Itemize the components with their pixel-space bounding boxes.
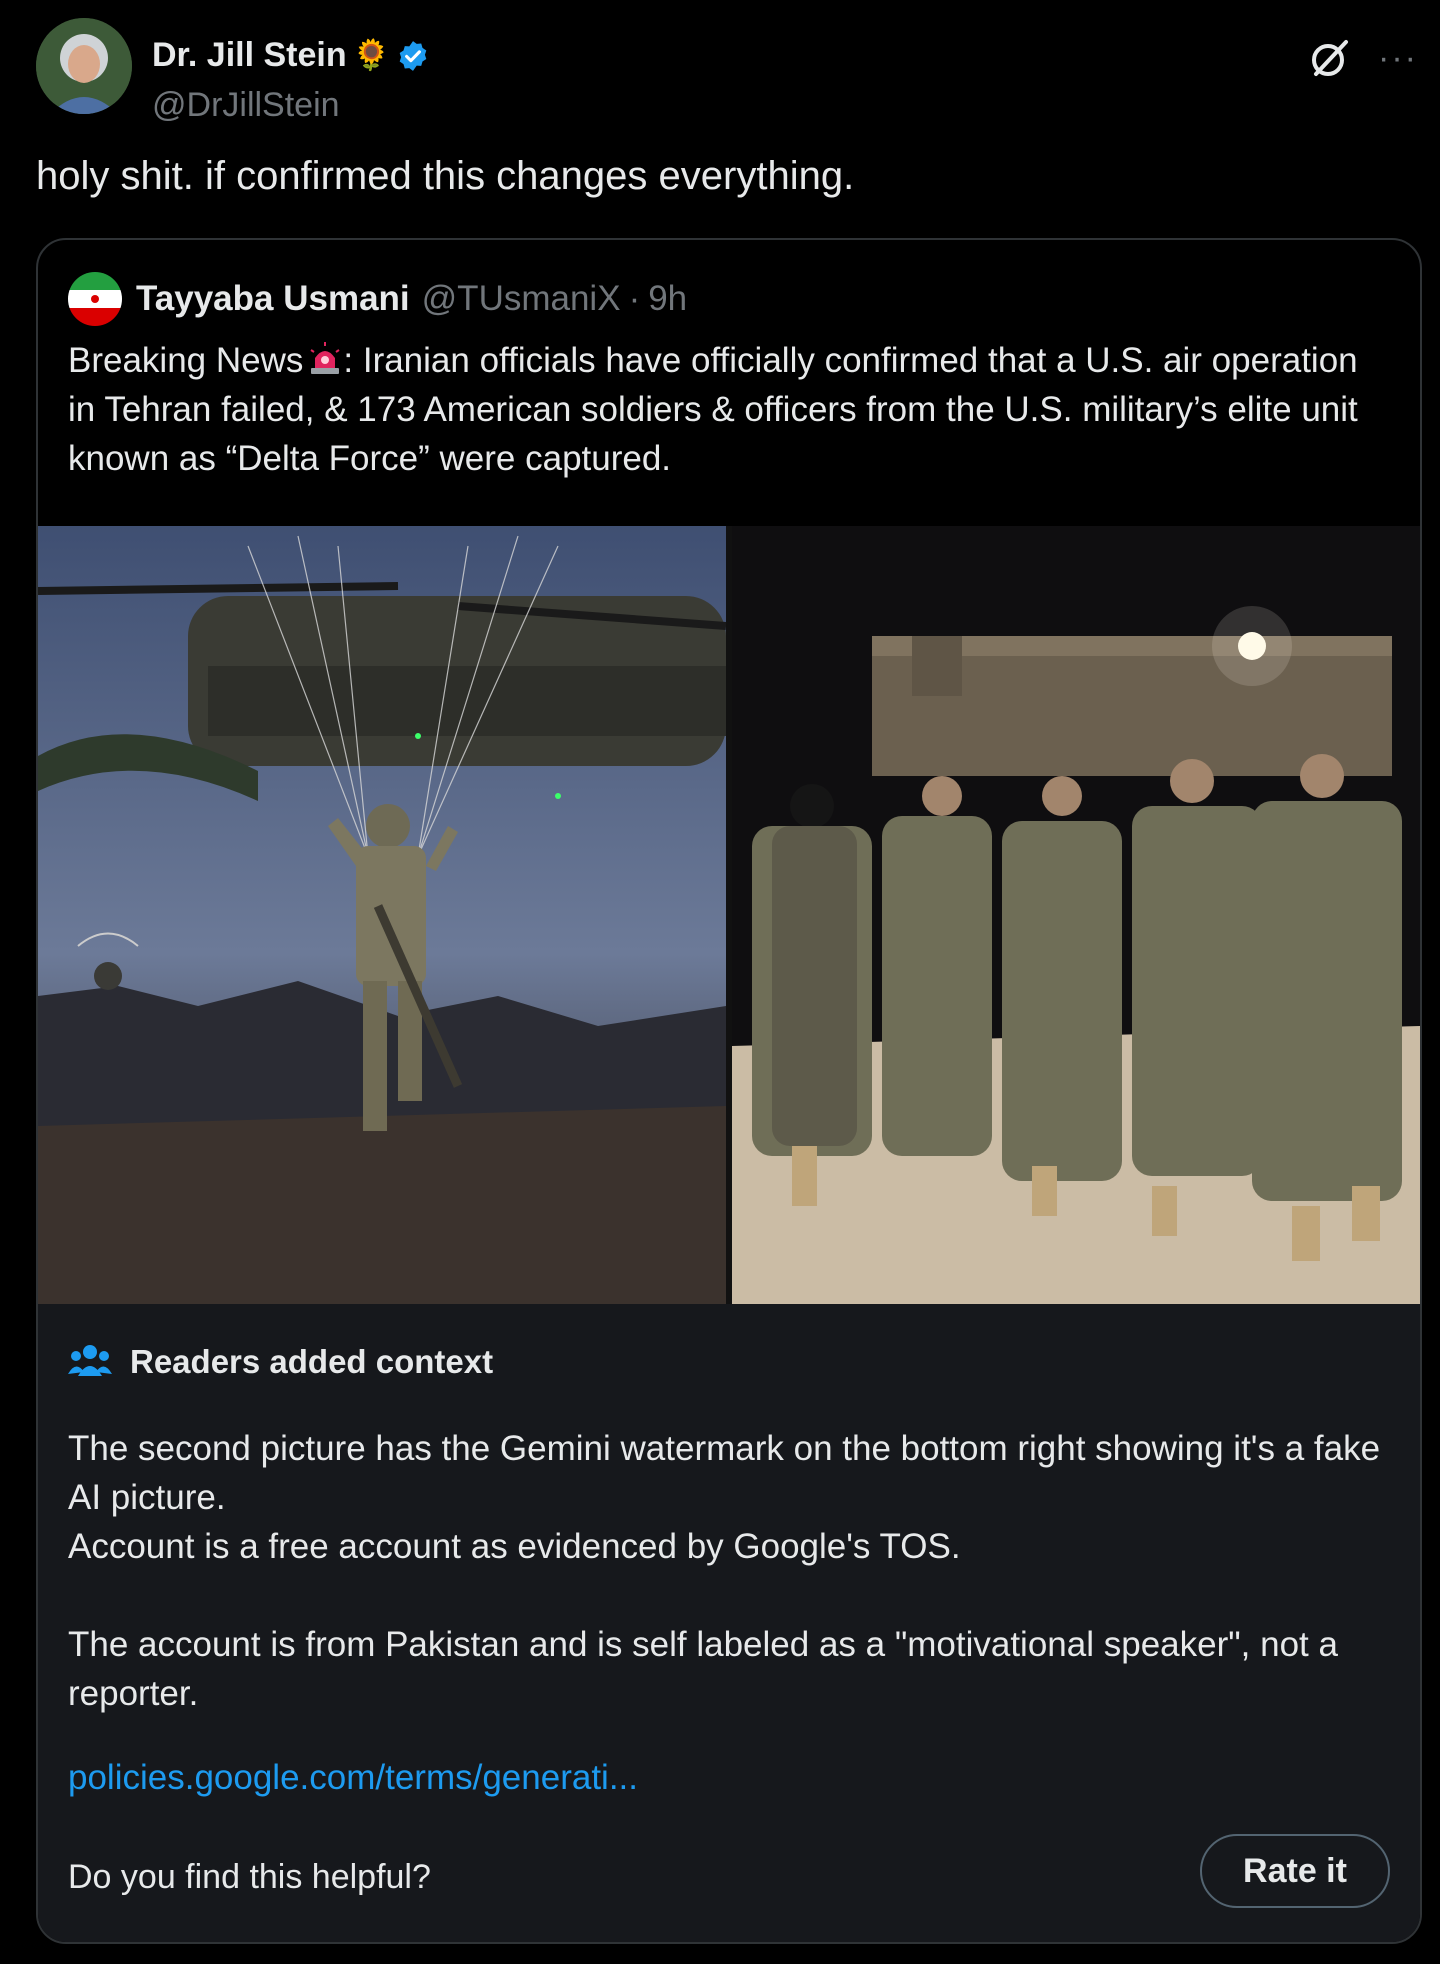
note-body: The second picture has the Gemini waterm… bbox=[68, 1424, 1388, 1718]
grok-icon[interactable] bbox=[1306, 34, 1354, 82]
photo-paratrooper-helicopter[interactable] bbox=[38, 526, 726, 1304]
quoted-post[interactable]: Tayyaba Usmani @TUsmaniX · 9h Breaking N… bbox=[36, 238, 1422, 1944]
separator-dot: · bbox=[628, 279, 641, 318]
photo-captured-soldiers[interactable] bbox=[732, 526, 1420, 1304]
helpful-prompt: Do you find this helpful? bbox=[68, 1858, 431, 1896]
note-title: Readers added context bbox=[68, 1342, 493, 1382]
sunflower-emoji: 🌻 bbox=[352, 39, 390, 72]
note-spacer bbox=[68, 1571, 1388, 1620]
quote-text: Breaking News: Iranian officials have of… bbox=[68, 336, 1388, 483]
quote-author-handle[interactable]: @TUsmaniX bbox=[422, 279, 621, 319]
author-handle[interactable]: @DrJillStein bbox=[152, 86, 340, 125]
post-header: Dr. Jill Stein 🌻 @DrJillStein ··· bbox=[36, 18, 1416, 124]
quote-author-name[interactable]: Tayyaba Usmani bbox=[136, 279, 410, 319]
iran-flag-icon bbox=[68, 272, 122, 326]
community-note: Readers added context The second picture… bbox=[38, 1304, 1420, 1942]
quote-timestamp[interactable]: 9h bbox=[648, 279, 687, 319]
rate-it-button[interactable]: Rate it bbox=[1200, 1834, 1390, 1908]
author-name-text[interactable]: Dr. Jill Stein bbox=[152, 36, 347, 75]
author-avatar[interactable] bbox=[36, 18, 132, 114]
people-icon bbox=[68, 1342, 112, 1382]
note-line-1: The second picture has the Gemini waterm… bbox=[68, 1429, 1381, 1517]
note-line-3: The account is from Pakistan and is self… bbox=[68, 1625, 1338, 1713]
author-name[interactable]: Dr. Jill Stein 🌻 bbox=[152, 36, 430, 75]
quote-header: Tayyaba Usmani @TUsmaniX · 9h bbox=[68, 272, 687, 326]
quote-text-start: Breaking News bbox=[68, 341, 304, 380]
siren-icon bbox=[307, 340, 343, 376]
note-line-2: Account is a free account as evidenced b… bbox=[68, 1527, 961, 1566]
media-grid bbox=[38, 526, 1420, 1304]
note-title-text: Readers added context bbox=[130, 1343, 494, 1380]
note-source-link[interactable]: policies.google.com/terms/generati... bbox=[68, 1758, 638, 1798]
verified-badge-icon bbox=[396, 39, 430, 73]
post-text: holy shit. if confirmed this changes eve… bbox=[36, 154, 855, 198]
more-icon[interactable]: ··· bbox=[1376, 38, 1420, 78]
